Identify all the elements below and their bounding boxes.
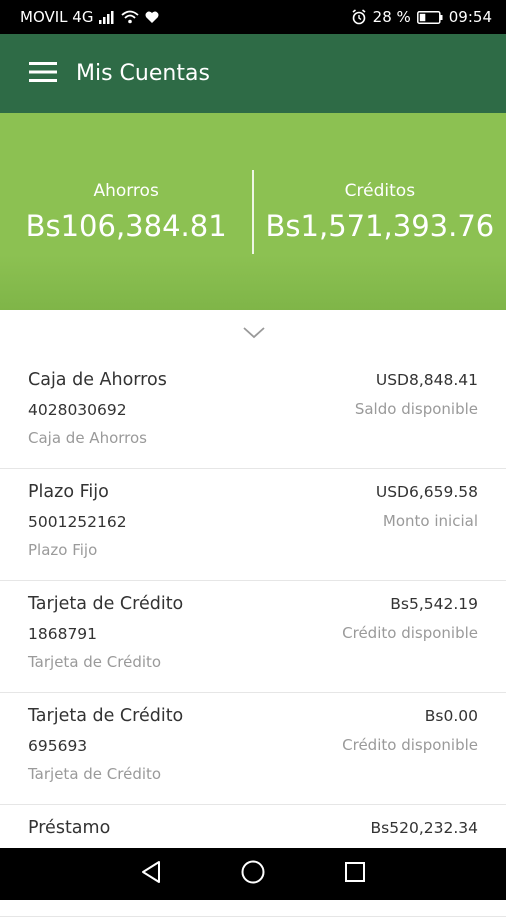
account-amount-caption: Crédito disponible	[342, 624, 478, 642]
account-amount: Bs520,232.34	[370, 819, 478, 837]
account-row[interactable]: Tarjeta de Crédito 1868791 Tarjeta de Cr…	[0, 581, 506, 693]
account-name: Caja de Ahorros	[28, 370, 167, 390]
account-amount-caption: Crédito disponible	[342, 736, 478, 754]
chevron-down-icon	[242, 325, 266, 344]
battery-percent: 28 %	[372, 8, 411, 26]
balance-summary: Ahorros Bs106,384.81 Créditos Bs1,571,39…	[0, 113, 506, 310]
menu-button[interactable]	[24, 54, 64, 94]
account-number: 5001252162	[28, 513, 127, 531]
status-right: 28 % 09:54	[351, 8, 492, 26]
account-name: Plazo Fijo	[28, 482, 109, 502]
account-number: 695693	[28, 737, 88, 755]
account-type: Caja de Ahorros	[28, 429, 147, 447]
home-button[interactable]	[233, 854, 273, 894]
account-type: Tarjeta de Crédito	[28, 653, 162, 671]
carrier-label: MOVIL 4G	[20, 8, 94, 26]
page-title: Mis Cuentas	[76, 61, 210, 86]
account-number: 1868791	[28, 625, 98, 643]
account-type: Tarjeta de Crédito	[28, 765, 162, 783]
account-row[interactable]: Tarjeta de Crédito 695693 Tarjeta de Cré…	[0, 693, 506, 805]
savings-label: Ahorros	[93, 180, 159, 201]
account-amount: Bs5,542.19	[390, 595, 478, 613]
status-left: MOVIL 4G	[20, 8, 159, 26]
signal-icon	[99, 10, 115, 24]
system-nav-bar	[0, 848, 506, 900]
menu-icon	[29, 61, 59, 87]
account-amount-caption: Saldo disponible	[354, 400, 478, 418]
credits-summary[interactable]: Créditos Bs1,571,393.76	[254, 181, 506, 243]
account-amount: USD6,659.58	[375, 483, 478, 501]
app-bar: Mis Cuentas	[0, 34, 506, 113]
credits-amount: Bs1,571,393.76	[265, 208, 495, 243]
battery-icon	[416, 10, 443, 24]
account-amount: USD8,848.41	[375, 371, 478, 389]
account-list: Caja de Ahorros 4028030692 Caja de Ahorr…	[0, 357, 506, 917]
account-type: Plazo Fijo	[28, 541, 98, 559]
back-triangle-icon	[140, 860, 162, 888]
expand-button[interactable]	[241, 322, 267, 346]
alarm-icon	[351, 9, 367, 25]
savings-amount: Bs106,384.81	[25, 208, 227, 243]
savings-summary[interactable]: Ahorros Bs106,384.81	[0, 181, 252, 243]
account-amount: Bs0.00	[424, 707, 478, 725]
account-amount-caption: Monto inicial	[382, 512, 478, 530]
status-bar: MOVIL 4G 28 % 09:54	[0, 0, 506, 34]
account-number: 4028030692	[28, 401, 127, 419]
recents-button[interactable]	[335, 854, 375, 894]
account-name: Préstamo	[28, 818, 111, 838]
wifi-icon	[121, 10, 140, 24]
account-row[interactable]: Caja de Ahorros 4028030692 Caja de Ahorr…	[0, 357, 506, 469]
account-row[interactable]: Plazo Fijo 5001252162 Plazo Fijo USD6,65…	[0, 469, 506, 581]
back-button[interactable]	[131, 854, 171, 894]
account-name: Tarjeta de Crédito	[28, 594, 184, 614]
recents-square-icon	[344, 861, 366, 887]
clock: 09:54	[448, 8, 492, 26]
home-circle-icon	[240, 859, 266, 889]
account-name: Tarjeta de Crédito	[28, 706, 184, 726]
credits-label: Créditos	[344, 180, 416, 201]
heart-icon	[145, 11, 159, 24]
